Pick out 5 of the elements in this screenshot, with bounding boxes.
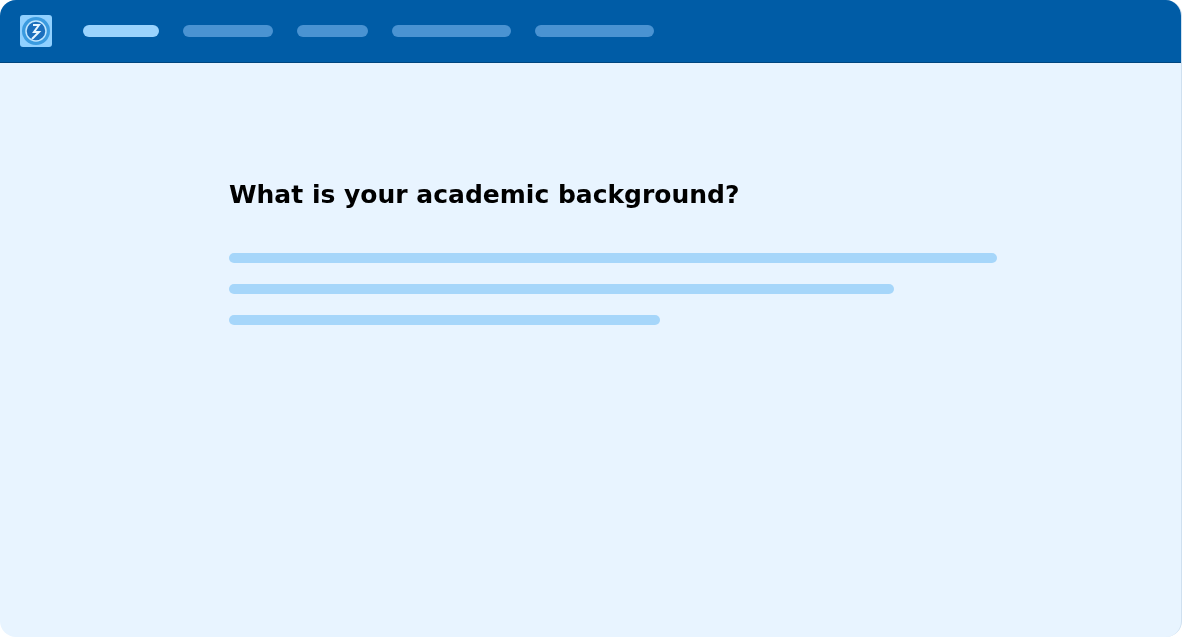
nav-tab[interactable] [83, 25, 159, 37]
logo-icon [19, 14, 53, 48]
question-title: What is your academic background? [229, 179, 741, 211]
nav-tab[interactable] [297, 25, 368, 37]
nav-tab[interactable] [183, 25, 273, 37]
